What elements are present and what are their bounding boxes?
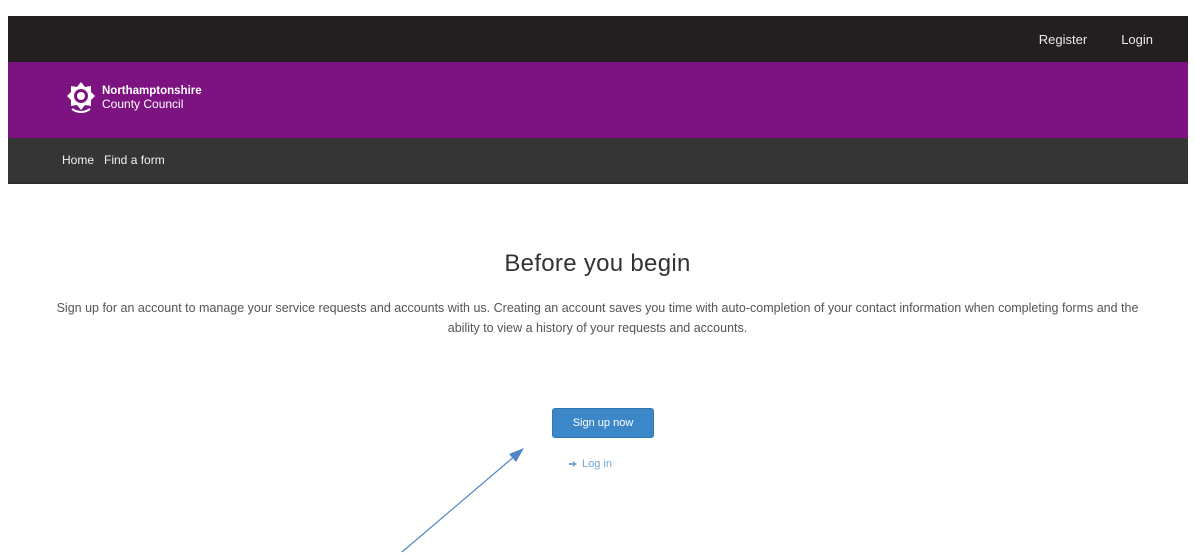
annotation-arrow	[401, 448, 524, 553]
page: Register Login Northamptonshire County C…	[0, 0, 1195, 554]
